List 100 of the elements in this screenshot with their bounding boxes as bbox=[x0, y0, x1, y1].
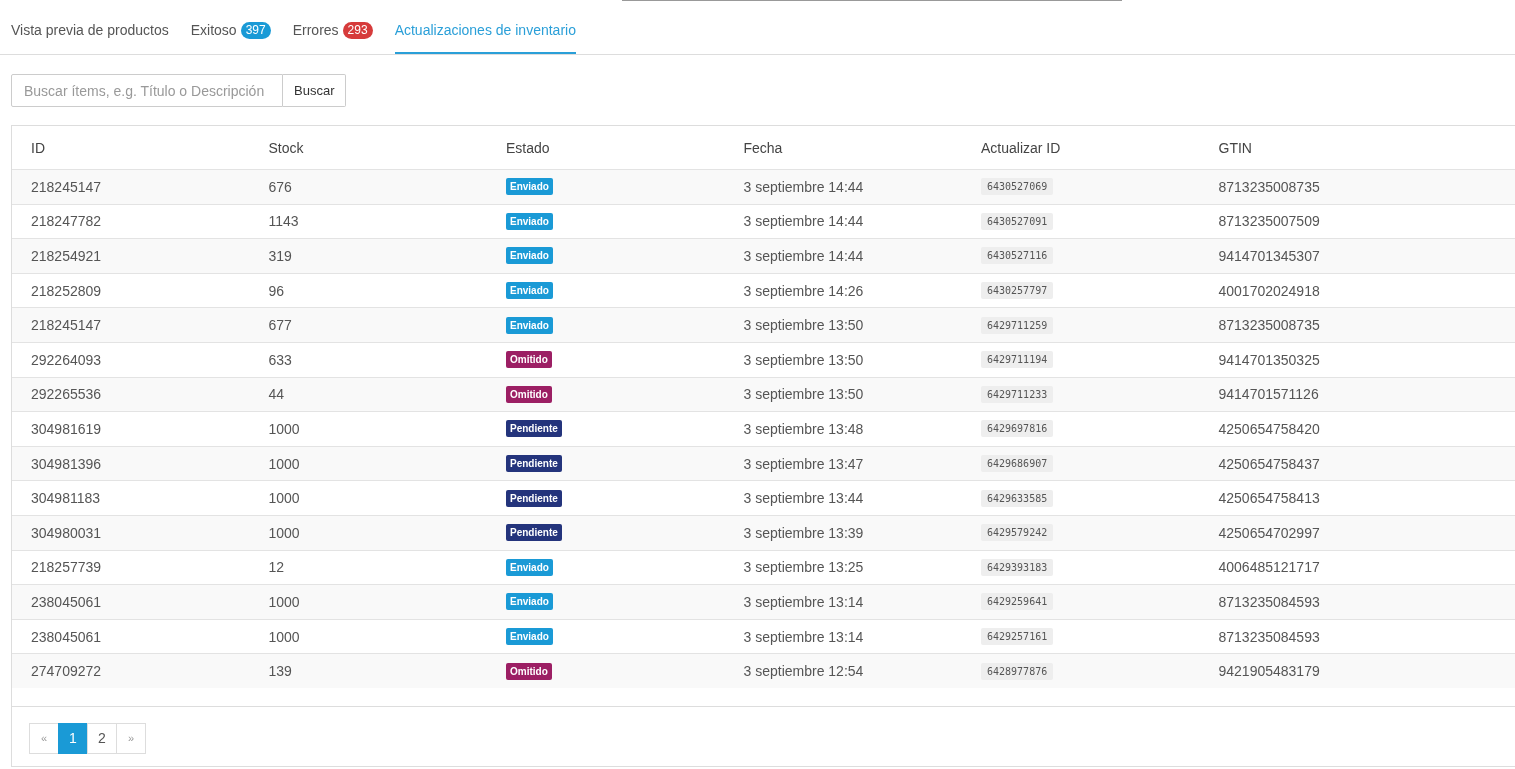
page-button[interactable]: 2 bbox=[87, 722, 117, 754]
tab[interactable]: Errores 293 bbox=[292, 0, 373, 54]
gtin-text: 9421905483179 bbox=[1218, 663, 1320, 680]
gtin-text: 8713235084593 bbox=[1218, 628, 1320, 645]
date-text: 3 septiembre 13:50 bbox=[743, 317, 864, 334]
update-id-label: 6428977876 bbox=[981, 662, 1054, 680]
status-label: Pendiente bbox=[506, 455, 562, 473]
stock-text: 1143 bbox=[268, 213, 299, 230]
count-label: 293 bbox=[342, 21, 373, 39]
status-label: Omitido bbox=[506, 385, 552, 403]
tab[interactable]: Vista previa de productos bbox=[11, 0, 169, 54]
gtin-text: 4250654702997 bbox=[1218, 524, 1320, 541]
id-text: 292264093 bbox=[31, 351, 102, 368]
stock-text: 319 bbox=[268, 248, 292, 264]
date-text: 3 septiembre 13:25 bbox=[743, 559, 864, 576]
gtin-text: 4250654758420 bbox=[1218, 420, 1320, 437]
gtin-text: 4250654758413 bbox=[1218, 490, 1320, 507]
update-id-label: 6429711259 bbox=[981, 316, 1054, 334]
column-header: Estado bbox=[506, 139, 550, 156]
update-id-label: 6429686907 bbox=[981, 455, 1054, 473]
status-label: Pendiente bbox=[506, 489, 562, 507]
date-text: 3 septiembre 13:47 bbox=[743, 455, 864, 472]
stock-text: 676 bbox=[268, 178, 292, 195]
gtin-text: 4006485121717 bbox=[1218, 559, 1320, 576]
id-text: 238045061 bbox=[31, 628, 102, 645]
stock-text: 44 bbox=[268, 386, 285, 403]
status-label: Enviado bbox=[506, 558, 553, 576]
update-id-label: 6430527091 bbox=[981, 212, 1054, 230]
stock-text: 1000 bbox=[268, 420, 300, 437]
status-label: Pendiente bbox=[506, 420, 562, 438]
stock-text: 1000 bbox=[268, 524, 300, 541]
gtin-text: 9414701350325 bbox=[1218, 351, 1320, 368]
status-label: Enviado bbox=[506, 316, 553, 334]
stock-text: 633 bbox=[268, 351, 292, 368]
gtin-text: 8713235008735 bbox=[1218, 317, 1320, 334]
status-label: Omitido bbox=[506, 351, 552, 369]
id-text: 292265536 bbox=[31, 386, 102, 403]
id-text: 274709272 bbox=[31, 663, 102, 680]
id-text: 218257739 bbox=[31, 559, 102, 576]
stock-text: 677 bbox=[268, 317, 292, 334]
id-text: 238045061 bbox=[31, 593, 102, 610]
count-label: 397 bbox=[240, 21, 271, 39]
tab[interactable]: Exitoso 397 bbox=[190, 0, 271, 54]
column-header: Stock bbox=[268, 139, 304, 156]
gtin-text: 4250654758437 bbox=[1218, 455, 1320, 472]
gtin-text: 8713235084593 bbox=[1218, 593, 1320, 610]
column-header: Fecha bbox=[743, 139, 783, 156]
update-id-label: 6429579242 bbox=[981, 524, 1054, 542]
gtin-text: 9414701345307 bbox=[1218, 248, 1320, 264]
update-id-label: 6429711233 bbox=[981, 385, 1054, 403]
column-header: ID bbox=[31, 139, 45, 156]
id-text: 218254921 bbox=[31, 248, 102, 264]
status-label: Enviado bbox=[506, 282, 553, 300]
date-text: 3 septiembre 14:44 bbox=[743, 248, 864, 264]
id-text: 218245147 bbox=[31, 178, 102, 195]
date-text: 3 septiembre 14:44 bbox=[743, 213, 864, 230]
search-field[interactable]: Buscar ítems, e.g. Título o Descripción bbox=[11, 74, 283, 107]
update-id-label: 6429697816 bbox=[981, 420, 1054, 438]
date-text: 3 septiembre 13:14 bbox=[743, 593, 864, 610]
status-label: Enviado bbox=[506, 247, 553, 265]
id-text: 218247782 bbox=[31, 213, 102, 230]
update-id-label: 6429393183 bbox=[981, 558, 1054, 576]
update-id-label: 6429259641 bbox=[981, 593, 1054, 611]
id-text: 218245147 bbox=[31, 317, 102, 334]
status-label: Enviado bbox=[506, 212, 553, 230]
stock-text: 1000 bbox=[268, 628, 300, 645]
search-button[interactable]: Buscar bbox=[283, 74, 347, 107]
date-text: 3 septiembre 13:50 bbox=[743, 351, 864, 368]
gtin-text: 8713235007509 bbox=[1218, 213, 1320, 230]
update-id-label: 6429257161 bbox=[981, 628, 1054, 645]
status-label: Enviado bbox=[506, 178, 553, 196]
status-label: Omitido bbox=[506, 662, 552, 680]
id-text: 304981396 bbox=[31, 455, 102, 472]
gtin-text: 4001702024918 bbox=[1218, 282, 1320, 299]
stock-text: 12 bbox=[268, 559, 285, 576]
update-id-label: 6429711194 bbox=[981, 351, 1054, 369]
gtin-text: 9414701571126 bbox=[1218, 386, 1319, 403]
id-text: 218252809 bbox=[31, 282, 102, 299]
date-text: 3 septiembre 13:14 bbox=[743, 628, 864, 645]
stock-text: 139 bbox=[268, 663, 292, 680]
id-text: 304981183 bbox=[31, 490, 101, 507]
update-id-label: 6430527069 bbox=[981, 178, 1054, 196]
date-text: 3 septiembre 13:48 bbox=[743, 420, 864, 437]
id-text: 304980031 bbox=[31, 524, 102, 541]
status-label: Enviado bbox=[506, 593, 553, 611]
date-text: 3 septiembre 14:26 bbox=[743, 282, 864, 299]
date-text: 3 septiembre 13:50 bbox=[743, 386, 864, 403]
column-header: GTIN bbox=[1218, 139, 1252, 156]
status-label: Pendiente bbox=[506, 524, 562, 542]
stock-text: 96 bbox=[268, 282, 285, 299]
stock-text: 1000 bbox=[268, 593, 300, 610]
update-id-label: 6429633585 bbox=[981, 489, 1054, 507]
update-id-label: 6430257797 bbox=[981, 282, 1054, 300]
date-text: 3 septiembre 12:54 bbox=[743, 663, 864, 680]
date-text: 3 septiembre 14:44 bbox=[743, 178, 864, 195]
gtin-text: 8713235008735 bbox=[1218, 178, 1320, 195]
date-text: 3 septiembre 13:44 bbox=[743, 490, 864, 507]
column-header: Actualizar ID bbox=[981, 139, 1061, 156]
update-id-label: 6430527116 bbox=[981, 247, 1054, 265]
status-label: Enviado bbox=[506, 628, 553, 645]
